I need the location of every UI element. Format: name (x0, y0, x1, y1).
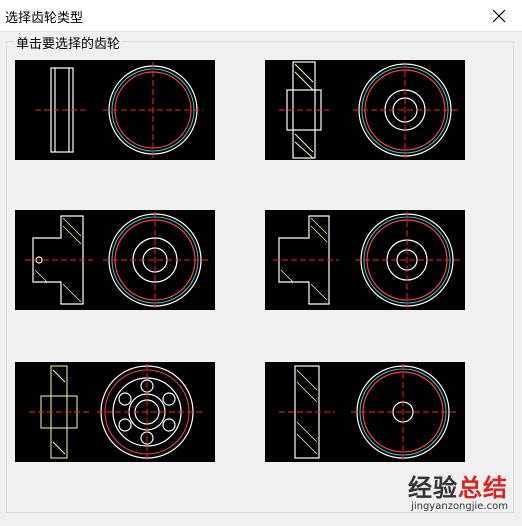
watermark-brand-part1: 经验 (408, 474, 458, 502)
watermark-url: jingyanzongjie.com (411, 501, 508, 512)
close-icon (492, 9, 506, 23)
gear-option-6[interactable] (265, 362, 465, 462)
window-title: 选择齿轮类型 (5, 11, 84, 26)
gear-option-1[interactable] (15, 60, 215, 160)
gear-option-4[interactable] (265, 210, 465, 310)
title-bar: 选择齿轮类型 (0, 0, 522, 32)
close-button[interactable] (476, 0, 522, 31)
watermark: 经验总结 jingyanzongjie.com (408, 468, 508, 512)
gear-option-3[interactable] (15, 210, 215, 310)
gear-option-5[interactable] (15, 362, 215, 462)
watermark-brand-part2: 总结 (458, 474, 508, 502)
watermark-brand: 经验总结 (408, 468, 508, 503)
group-label: 单击要选择的齿轮 (14, 33, 123, 52)
gear-option-2[interactable] (265, 60, 465, 160)
